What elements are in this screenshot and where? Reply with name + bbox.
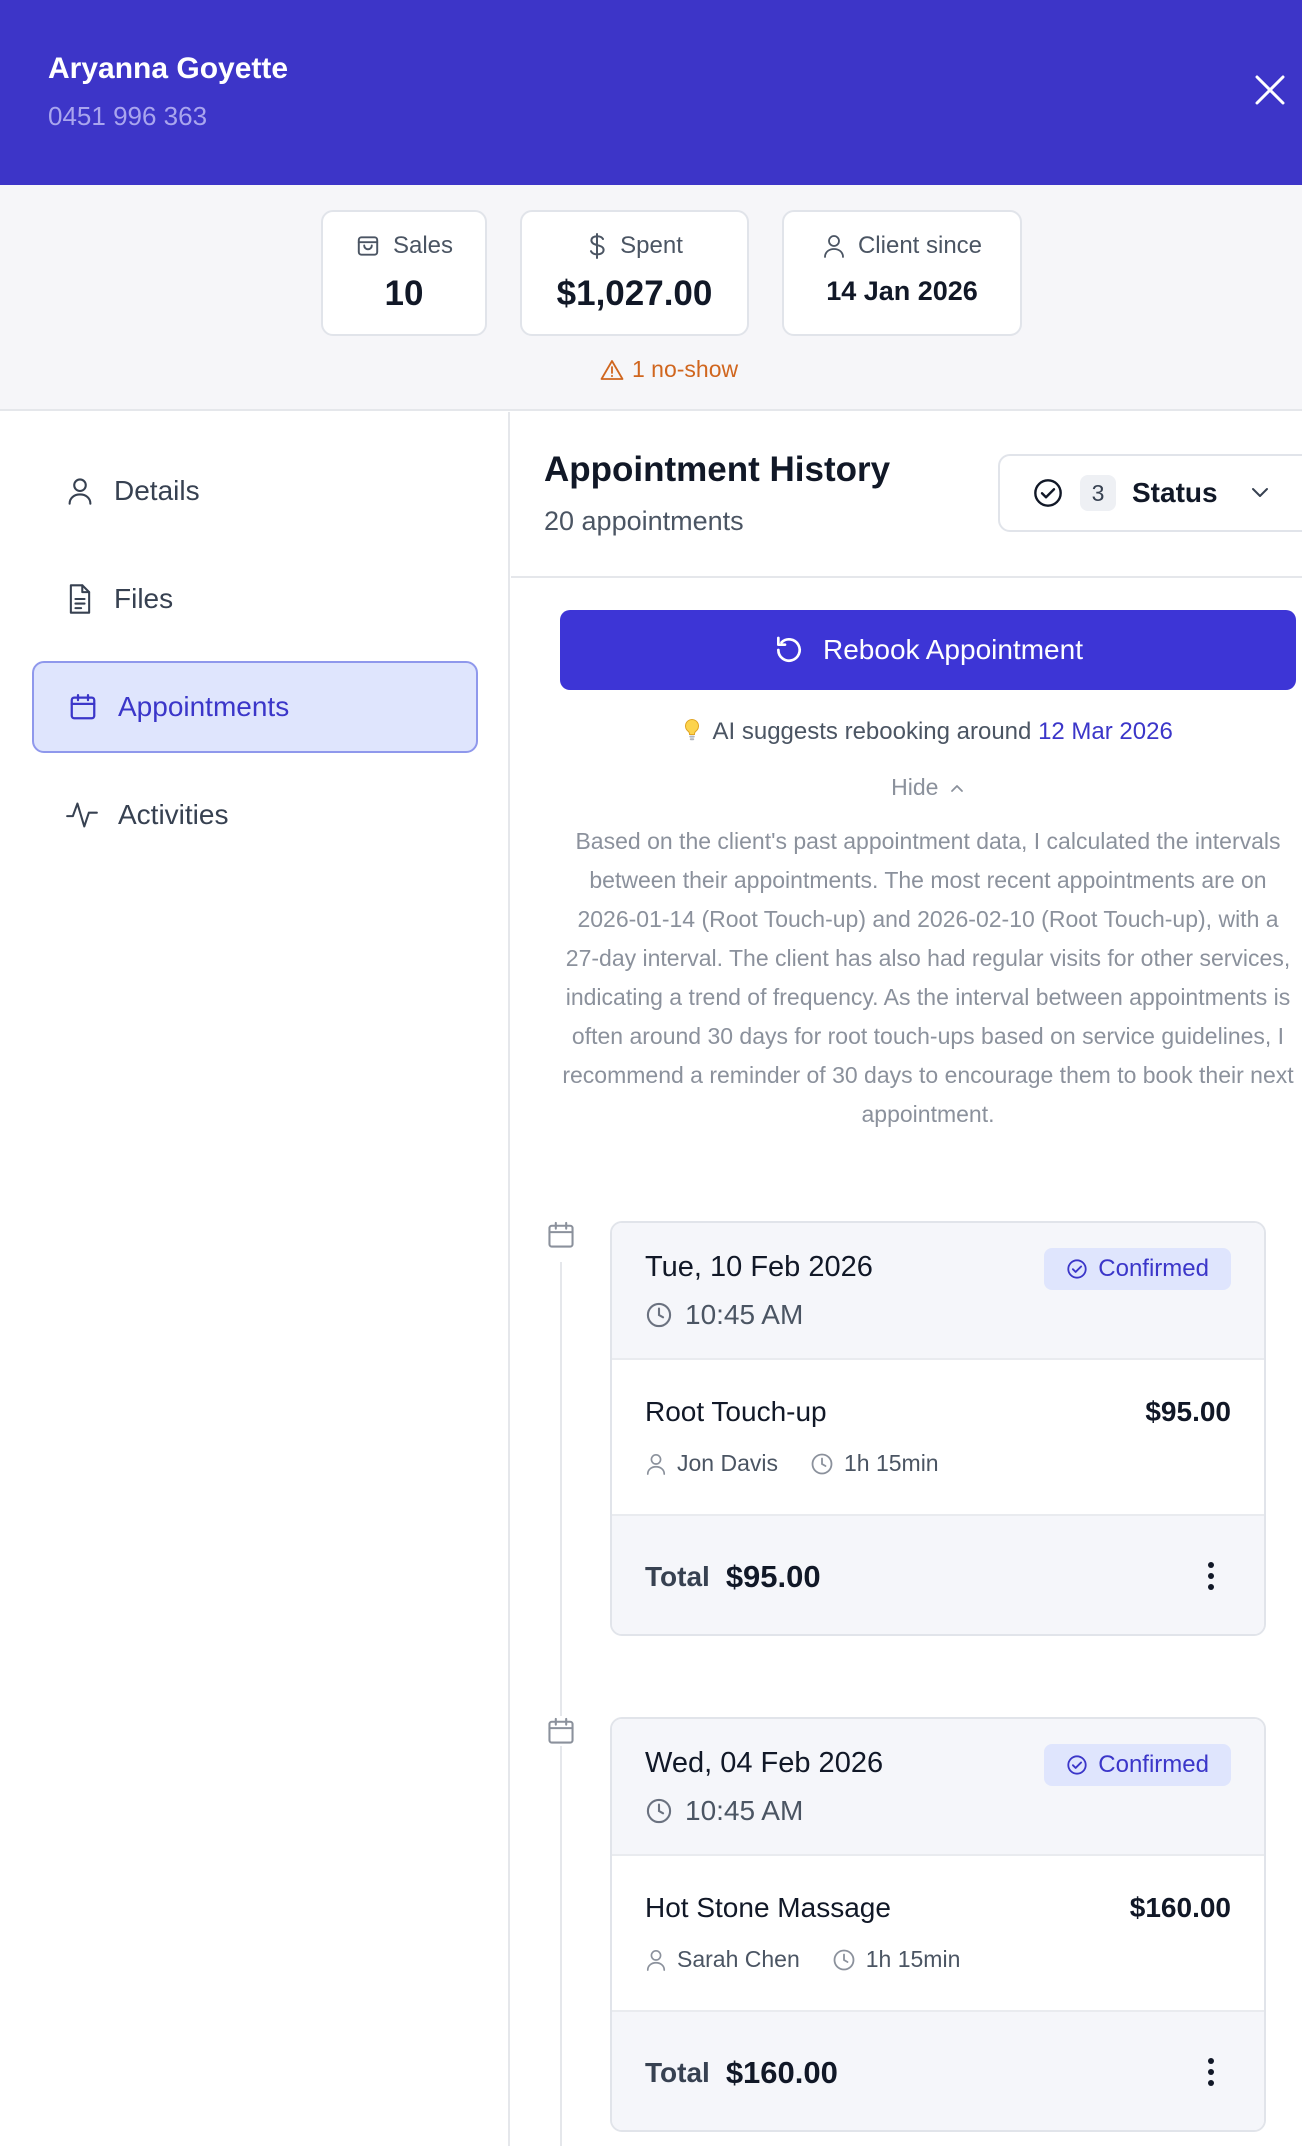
- client-since-stat-card: Client since 14 Jan 2026: [782, 210, 1022, 336]
- status-filter-label: Status: [1132, 477, 1218, 508]
- timeline-line: [560, 1262, 562, 2146]
- service-duration: 1h 15min: [865, 1946, 961, 1972]
- sidebar-item-label: Files: [114, 583, 174, 614]
- ai-suggestion: AI suggests rebooking around 12 Mar 2026: [560, 718, 1296, 746]
- sidebar: Details Files Appointments Activities: [0, 412, 510, 2146]
- lightbulb-icon: [685, 718, 700, 741]
- appointment-time: 10:45 AM: [645, 1299, 803, 1331]
- clock-icon: [646, 1798, 672, 1824]
- status-filter-dropdown[interactable]: 3 Status: [998, 454, 1302, 532]
- hide-reasoning-toggle[interactable]: Hide: [560, 774, 1296, 801]
- client-since-label: Client since: [857, 232, 983, 259]
- more-options-icon[interactable]: [1206, 2056, 1216, 2088]
- stats-band: Sales 10 Spent $1,027.00 Client since 14…: [0, 185, 1302, 411]
- sidebar-item-activities[interactable]: Activities: [32, 769, 478, 861]
- appointment-count: 20 appointments: [544, 506, 744, 536]
- calendar-icon: [547, 1716, 575, 1746]
- user-icon: [68, 478, 92, 505]
- noshow-warning: 1 no-show: [600, 356, 738, 383]
- service-name: Hot Stone Massage: [645, 1892, 891, 1923]
- check-circle-icon: [1067, 1259, 1087, 1279]
- sidebar-item-label: Details: [114, 475, 200, 506]
- service-price: $95.00: [1145, 1396, 1231, 1427]
- check-circle-icon: [1067, 1755, 1087, 1775]
- staff-name: Jon Davis: [677, 1450, 778, 1476]
- sales-stat-card: Sales 10: [321, 210, 487, 336]
- client-since-value: 14 Jan 2026: [826, 276, 978, 306]
- calendar-icon: [70, 694, 96, 720]
- service-meta: Jon Davis 1h 15min: [645, 1450, 939, 1477]
- appointment-card[interactable]: Tue, 10 Feb 2026 10:45 AM Confirmed Root…: [610, 1221, 1266, 1636]
- refresh-icon: [777, 636, 801, 662]
- activity-icon: [66, 802, 98, 828]
- status-badge: Confirmed: [1044, 1248, 1231, 1290]
- sidebar-item-appointments[interactable]: Appointments: [32, 661, 478, 753]
- spent-stat-card: Spent $1,027.00: [520, 210, 749, 336]
- clock-icon: [833, 1949, 855, 1970]
- sidebar-item-label: Appointments: [118, 691, 290, 722]
- total-value: $95.00: [725, 1559, 821, 1594]
- calendar-icon: [547, 1220, 575, 1250]
- staff-name: Sarah Chen: [677, 1946, 800, 1972]
- client-phone[interactable]: 0451 996 363: [48, 101, 207, 132]
- total-value: $160.00: [725, 2055, 838, 2090]
- appointment-date: Tue, 10 Feb 2026: [645, 1251, 873, 1283]
- sidebar-item-details[interactable]: Details: [32, 445, 478, 537]
- rebook-appointment-button[interactable]: Rebook Appointment: [560, 610, 1296, 690]
- total-label: Total: [645, 2057, 710, 2088]
- service-duration: 1h 15min: [843, 1450, 939, 1476]
- appointment-time: 10:45 AM: [645, 1795, 803, 1827]
- file-icon: [69, 584, 91, 614]
- appointment-date: Wed, 04 Feb 2026: [645, 1747, 884, 1779]
- service-name: Root Touch-up: [645, 1396, 827, 1427]
- sidebar-item-label: Activities: [118, 799, 229, 830]
- ai-suggest-date: 12 Mar 2026: [1038, 718, 1173, 745]
- client-name: Aryanna Goyette: [48, 52, 289, 85]
- ai-suggest-text: AI suggests rebooking around: [712, 718, 1032, 745]
- divider: [511, 576, 1302, 578]
- appointment-card[interactable]: Wed, 04 Feb 2026 10:45 AM Confirmed Hot …: [610, 1717, 1266, 2132]
- clock-icon: [646, 1302, 672, 1328]
- service-meta: Sarah Chen 1h 15min: [645, 1946, 960, 1973]
- rebook-label: Rebook Appointment: [823, 634, 1083, 665]
- page-title: Appointment History: [544, 450, 891, 489]
- ai-reasoning-text: Based on the client's past appointment d…: [562, 828, 1294, 1127]
- user-icon: [646, 1453, 666, 1475]
- chevron-down-icon: [1251, 488, 1268, 497]
- status-count-badge: 3: [1080, 475, 1116, 511]
- service-price: $160.00: [1129, 1892, 1231, 1923]
- user-icon: [646, 1949, 666, 1971]
- appointment-history-panel: Appointment History 20 appointments 3 St…: [511, 412, 1302, 2146]
- check-circle-icon: [1034, 479, 1062, 507]
- status-badge: Confirmed: [1044, 1744, 1231, 1786]
- clock-icon: [811, 1453, 833, 1474]
- total-label: Total: [645, 1561, 710, 1592]
- sidebar-item-files[interactable]: Files: [32, 553, 478, 645]
- noshow-text: 1 no-show: [632, 356, 739, 382]
- sales-value: 10: [384, 274, 424, 313]
- close-icon[interactable]: [1252, 72, 1288, 108]
- user-icon: [824, 235, 844, 258]
- sales-label: Sales: [392, 232, 454, 259]
- chevron-up-icon: [950, 785, 963, 792]
- dollar-icon: [590, 233, 605, 259]
- hide-label: Hide: [891, 774, 939, 800]
- warning-icon: [600, 359, 624, 380]
- spent-label: Spent: [620, 232, 683, 259]
- more-options-icon[interactable]: [1206, 1560, 1216, 1592]
- spent-value: $1,027.00: [556, 274, 713, 313]
- shopping-bag-icon: [357, 236, 379, 256]
- client-header: Aryanna Goyette 0451 996 363: [0, 0, 1302, 185]
